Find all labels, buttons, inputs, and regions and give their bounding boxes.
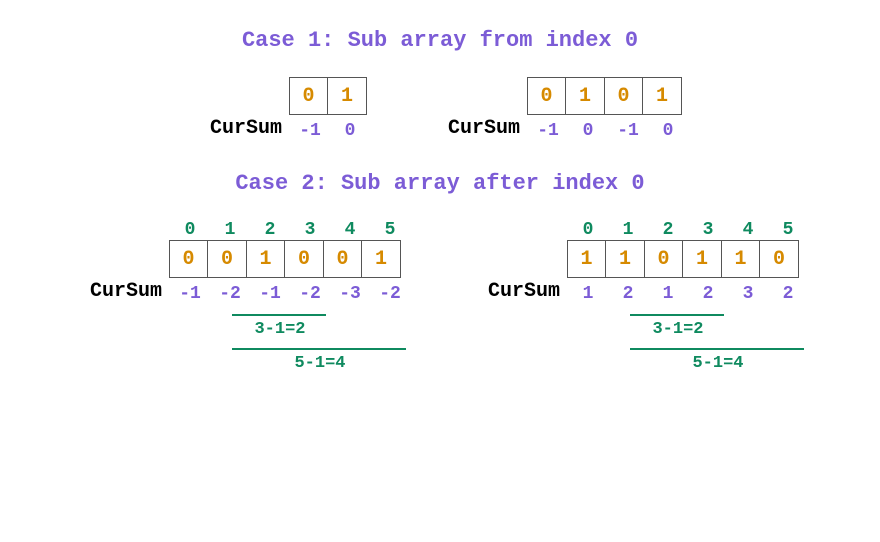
cursum-value: 2: [768, 278, 808, 304]
array-cell: 0: [284, 240, 324, 278]
cursum-value: 3: [728, 278, 768, 304]
cursum-label: CurSum: [72, 280, 162, 303]
index-label: 0: [568, 220, 608, 240]
cursum-label: CurSum: [470, 280, 560, 303]
cursum-value: -1: [290, 115, 330, 141]
bracket-label: 3-1=2: [240, 320, 320, 339]
array-cell: 1: [361, 240, 401, 278]
bracket-line: [630, 348, 804, 350]
bracket-label: 5-1=4: [280, 354, 360, 373]
cursum-value: 2: [688, 278, 728, 304]
case2-ex2: 0 1 2 3 4 5 1 1 0 1 1 0 CurSum 1 2 1: [470, 220, 808, 380]
array-cell: 0: [644, 240, 684, 278]
index-label: 2: [648, 220, 688, 240]
array-cell: 0: [289, 77, 329, 115]
bracket-label: 3-1=2: [638, 320, 718, 339]
index-label: 5: [768, 220, 808, 240]
cursum-value: -1: [170, 278, 210, 304]
array-cell: 1: [605, 240, 645, 278]
cursum-value: 1: [648, 278, 688, 304]
bracket-line: [232, 348, 406, 350]
cursum-value: -1: [250, 278, 290, 304]
case2-ex1: 0 1 2 3 4 5 0 0 1 0 0 1 CurSum -1 -2 -1: [72, 220, 410, 380]
array-cell: 1: [682, 240, 722, 278]
bracket-label: 5-1=4: [678, 354, 758, 373]
bracket-line: [232, 314, 326, 316]
cursum-value: 1: [568, 278, 608, 304]
array-cell: 1: [721, 240, 761, 278]
array-cell: 1: [567, 240, 607, 278]
index-label: 0: [170, 220, 210, 240]
case-1-title: Case 1: Sub array from index 0: [10, 28, 870, 53]
index-label: 1: [608, 220, 648, 240]
array-cell: 0: [169, 240, 209, 278]
cursum-value: -1: [528, 115, 568, 141]
cursum-value: 0: [568, 115, 608, 141]
cursum-label: CurSum: [430, 117, 520, 140]
case1-ex2: 0 1 0 1 CurSum -1 0 -1 0: [430, 77, 688, 141]
index-label: 3: [688, 220, 728, 240]
case-1-section: Case 1: Sub array from index 0 0 1 CurSu…: [10, 28, 870, 141]
cursum-value: -2: [290, 278, 330, 304]
index-label: 1: [210, 220, 250, 240]
cursum-value: -2: [210, 278, 250, 304]
case1-ex1: 0 1 CurSum -1 0: [192, 77, 370, 141]
index-label: 4: [330, 220, 370, 240]
array-cell: 0: [527, 77, 567, 115]
case-2-row: 0 1 2 3 4 5 0 0 1 0 0 1 CurSum -1 -2 -1: [10, 220, 870, 380]
cursum-value: -1: [608, 115, 648, 141]
array-cell: 1: [246, 240, 286, 278]
cursum-value: -2: [370, 278, 410, 304]
index-label: 2: [250, 220, 290, 240]
array-cell: 1: [565, 77, 605, 115]
array-cell: 0: [207, 240, 247, 278]
array-cell: 1: [642, 77, 682, 115]
index-label: 3: [290, 220, 330, 240]
case-2-title: Case 2: Sub array after index 0: [10, 171, 870, 196]
index-label: 4: [728, 220, 768, 240]
index-label: 5: [370, 220, 410, 240]
cursum-label: CurSum: [192, 117, 282, 140]
cursum-value: -3: [330, 278, 370, 304]
case-2-section: Case 2: Sub array after index 0 0 1 2 3 …: [10, 171, 870, 380]
array-cell: 0: [323, 240, 363, 278]
bracket-line: [630, 314, 724, 316]
array-cell: 1: [327, 77, 367, 115]
cursum-value: 0: [330, 115, 370, 141]
array-cell: 0: [759, 240, 799, 278]
case-1-row: 0 1 CurSum -1 0 0 1 0 1 CurSum -1 0 -: [10, 77, 870, 141]
cursum-value: 0: [648, 115, 688, 141]
array-cell: 0: [604, 77, 644, 115]
cursum-value: 2: [608, 278, 648, 304]
